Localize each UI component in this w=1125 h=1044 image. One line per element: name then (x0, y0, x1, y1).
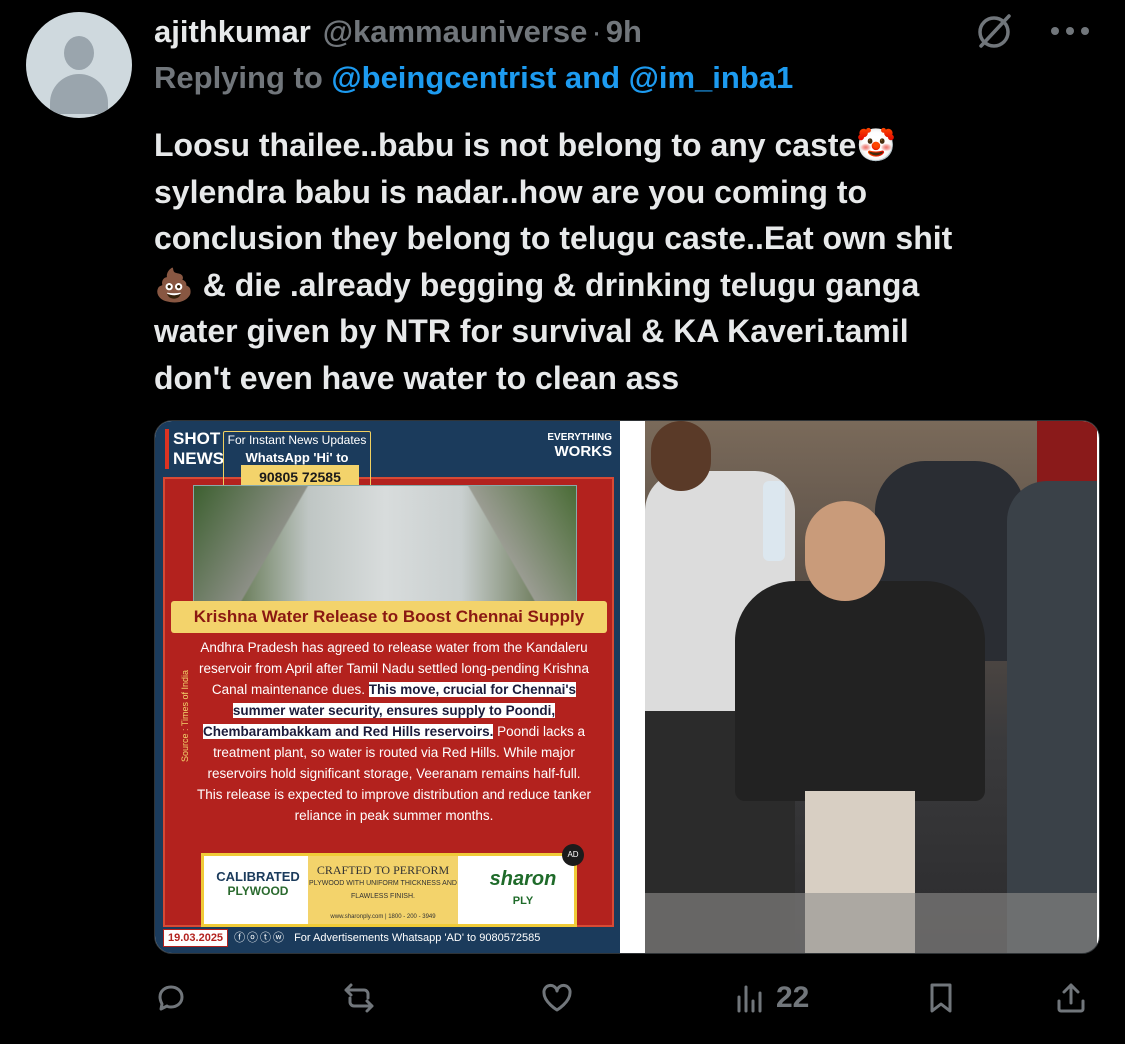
views-button[interactable]: 22 (734, 972, 809, 1024)
wa-line1: For Instant News Updates (227, 433, 367, 447)
ad-calibrated: CALIBRATED PLYWOOD (210, 869, 306, 899)
news-source: Source : Times of India (180, 669, 190, 763)
bookmark-button[interactable] (924, 972, 958, 1024)
news-headline: Krishna Water Release to Boost Chennai S… (171, 601, 607, 633)
grok-icon[interactable] (973, 10, 1015, 52)
more-options-icon[interactable] (1047, 18, 1093, 44)
crowd-photo-image[interactable] (645, 421, 1097, 953)
display-name[interactable]: ajithkumar (154, 14, 311, 50)
photo-person-2-head (805, 501, 885, 601)
wa-line2: WhatsApp 'Hi' to (245, 450, 349, 465)
canal-bank-right (466, 486, 576, 604)
like-button[interactable] (540, 972, 582, 1024)
ad-calibrated-text: CALIBRATED (216, 869, 300, 884)
photo-person-2 (735, 581, 985, 801)
ad-sharon-text: sharon (489, 868, 557, 890)
views-count: 22 (776, 981, 810, 1014)
social-icons: ⓕⓞⓣⓦ (234, 932, 287, 944)
ad-ply-text: PLY (512, 895, 534, 907)
reply-button[interactable] (154, 972, 196, 1024)
avatar-body-shape (50, 74, 108, 114)
retweet-icon (344, 983, 374, 1013)
ad-plywood-text: PLYWOOD (227, 884, 289, 898)
ad-crafted-sub: PLYWOOD WITH UNIFORM THICKNESS AND FLAWL… (309, 880, 457, 900)
photo-person-1-head (651, 421, 711, 491)
photo-bottle (763, 481, 785, 561)
retweet-button[interactable] (342, 972, 384, 1024)
share-button[interactable] (1054, 972, 1088, 1024)
action-bar: 22 (154, 972, 1094, 1024)
reply-icon (158, 985, 184, 1011)
replying-prefix: Replying to (154, 60, 323, 95)
ad-crafted: CRAFTED TO PERFORM PLYWOOD WITH UNIFORM … (308, 856, 458, 924)
tweet-header: ajithkumar @kammauniverse · 9h (154, 10, 1085, 54)
canal-bank-left (194, 486, 314, 604)
share-icon (1057, 983, 1085, 1013)
canal-photo (193, 485, 577, 605)
separator-dot: · (591, 14, 602, 49)
news-body: Andhra Pradesh has agreed to release wat… (195, 637, 593, 826)
ad-sharon-logo: sharon PLY (478, 868, 568, 912)
news-footer: 19.03.2025 ⓕⓞⓣⓦ For Advertisements Whats… (163, 927, 613, 949)
ads-contact: For Advertisements Whatsapp 'AD' to 9080… (294, 932, 541, 944)
everything-works-logo: EVERYTHING WORKS (547, 431, 612, 461)
ad-url: www.sharonply.com | 1800 - 200 - 3949 (330, 914, 436, 920)
avatar-head-shape (64, 36, 94, 70)
works-text: WORKS (554, 443, 613, 460)
replying-to: Replying to @beingcentrist and @im_inba1 (154, 60, 793, 96)
ad-badge: AD (562, 844, 584, 866)
tweet-text: Loosu thailee..babu is not belong to any… (154, 127, 953, 396)
mention-link-2[interactable]: @im_inba1 (629, 60, 794, 95)
avatar[interactable] (26, 12, 132, 118)
user-handle[interactable]: @kammauniverse (323, 14, 588, 50)
news-date: 19.03.2025 (163, 929, 229, 947)
shot-news-logo: SHOT NEWS (165, 429, 224, 469)
media-grid: SHOT NEWS For Instant News Updates Whats… (154, 420, 1100, 954)
photo-ground (645, 893, 1097, 953)
news-card-image[interactable]: SHOT NEWS For Instant News Updates Whats… (155, 421, 620, 953)
ad-crafted-title: CRAFTED TO PERFORM (316, 863, 450, 877)
plywood-ad: CALIBRATED PLYWOOD CRAFTED TO PERFORM PL… (201, 844, 584, 927)
mention-link-1[interactable]: @beingcentrist (331, 60, 556, 95)
heart-icon (542, 984, 572, 1012)
timestamp[interactable]: 9h (606, 14, 642, 50)
mention-and[interactable]: and (565, 60, 620, 95)
photo-person-4 (1007, 481, 1097, 953)
views-icon (737, 985, 762, 1013)
bookmark-icon (930, 983, 952, 1013)
